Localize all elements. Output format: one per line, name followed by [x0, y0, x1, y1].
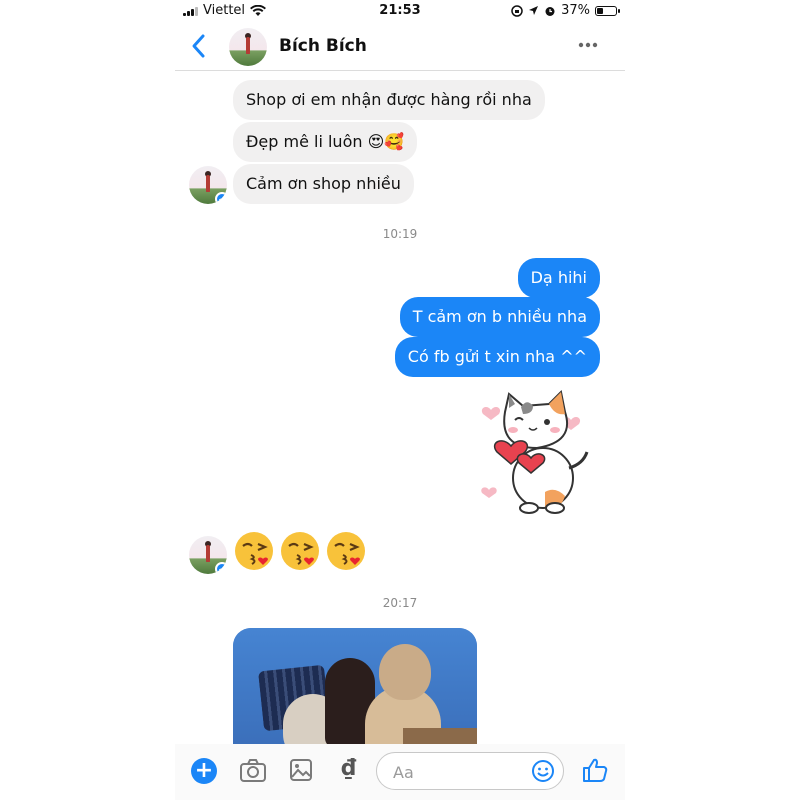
outgoing-message[interactable]: Có fb gửi t xin nha ^^ [394, 337, 600, 377]
photo-message[interactable] [233, 628, 477, 758]
more-icon[interactable] [577, 40, 599, 50]
camera-icon[interactable] [239, 758, 267, 784]
messenger-chat-screen: Viettel 21:53 37% Bích Bích Shop ơi em n… [175, 0, 625, 800]
cat-sticker[interactable] [475, 386, 597, 518]
gallery-icon[interactable] [289, 758, 313, 782]
status-bar: Viettel 21:53 37% [175, 0, 625, 24]
timestamp: 20:17 [382, 596, 418, 610]
message-input[interactable] [391, 760, 515, 784]
status-right: 37% [511, 3, 620, 18]
like-icon[interactable] [581, 756, 609, 784]
emoji-icon[interactable] [531, 759, 555, 783]
battery-icon [595, 5, 620, 16]
kissing-heart-emoji-icon [281, 532, 319, 570]
emoji-message[interactable] [233, 530, 367, 572]
contact-avatar[interactable] [229, 28, 267, 66]
composer-bar: + ₫ [175, 744, 625, 800]
chat-header: Bích Bích [175, 24, 625, 71]
alarm-icon [545, 6, 555, 16]
message-input-container[interactable] [376, 752, 564, 790]
messenger-badge-icon [215, 562, 227, 574]
timestamp: 10:19 [382, 227, 418, 241]
kissing-heart-emoji-icon [327, 532, 365, 570]
battery-label: 37% [561, 3, 590, 18]
location-icon [529, 6, 539, 15]
sender-avatar[interactable] [189, 536, 227, 574]
kissing-heart-emoji-icon [235, 532, 273, 570]
plus-icon[interactable]: + [191, 758, 217, 784]
incoming-message[interactable]: Cảm ơn shop nhiều [233, 164, 414, 204]
outgoing-message[interactable]: T cảm ơn b nhiều nha [399, 297, 600, 337]
contact-name[interactable]: Bích Bích [279, 36, 367, 56]
rotation-lock-icon [511, 4, 523, 17]
outgoing-message[interactable]: Dạ hihi [517, 258, 600, 298]
battery-fill [597, 7, 603, 14]
incoming-message[interactable]: Shop ơi em nhận được hàng rồi nha [233, 80, 545, 120]
payment-icon[interactable]: ₫ [341, 756, 356, 781]
incoming-message[interactable]: Đẹp mê li luôn 😍🥰 [233, 122, 418, 162]
back-arrow-icon[interactable] [187, 32, 211, 60]
messenger-badge-icon [215, 192, 227, 204]
sender-avatar[interactable] [189, 166, 227, 204]
